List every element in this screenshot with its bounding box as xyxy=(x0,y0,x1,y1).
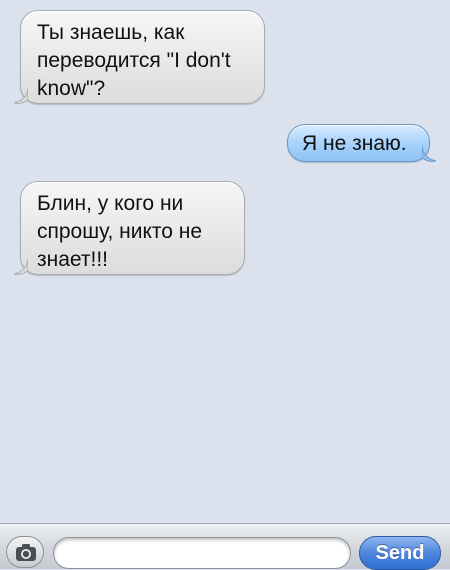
camera-button[interactable] xyxy=(6,536,44,568)
message-text: Я не знаю. xyxy=(302,132,407,155)
incoming-message-bubble: Ты знаешь, как переводится "I don't know… xyxy=(14,10,265,104)
bubble-tail xyxy=(422,146,436,162)
message-text: Ты знаешь, как переводится "I don't know… xyxy=(37,21,231,100)
camera-icon xyxy=(16,544,36,561)
message-composer: Send xyxy=(0,523,450,570)
message-input[interactable] xyxy=(53,537,351,569)
bubble-tail xyxy=(14,259,28,275)
outgoing-message-bubble: Я не знаю. xyxy=(287,124,436,162)
send-button[interactable]: Send xyxy=(359,536,441,570)
incoming-message-bubble: Блин, у кого ни спрошу, никто не знает!!… xyxy=(14,181,245,275)
message-text: Блин, у кого ни спрошу, никто не знает!!… xyxy=(37,192,203,271)
bubble-tail xyxy=(14,88,28,104)
message-thread: Ты знаешь, как переводится "I don't know… xyxy=(0,0,450,520)
